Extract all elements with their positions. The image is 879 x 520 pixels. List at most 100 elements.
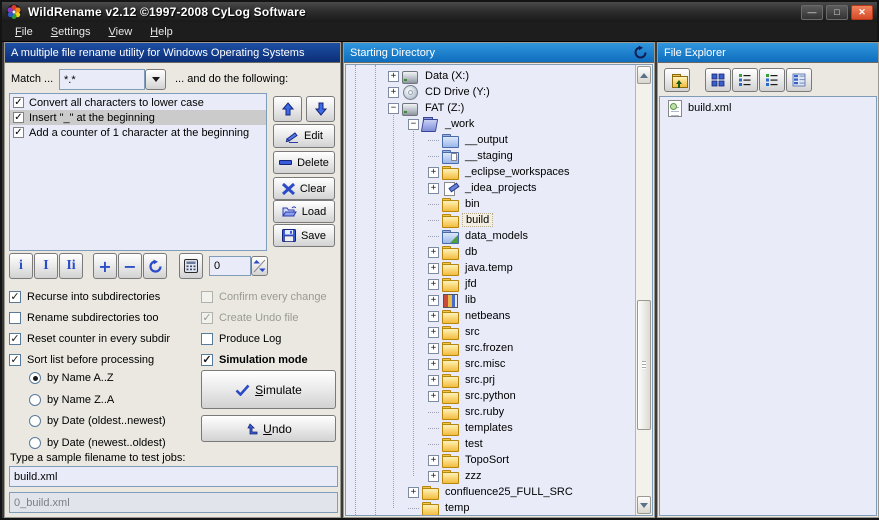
expand-icon[interactable]: +: [428, 359, 439, 370]
tree-item-data-x-[interactable]: +Data (X:): [346, 68, 634, 84]
expand-icon[interactable]: +: [428, 263, 439, 274]
radio-button[interactable]: [29, 415, 41, 427]
expand-icon[interactable]: +: [428, 183, 439, 194]
checkbox[interactable]: ✓: [201, 354, 213, 366]
checkbox[interactable]: [201, 333, 213, 345]
tree-item-src-frozen[interactable]: +src.frozen: [346, 340, 634, 356]
tree-item-java-temp[interactable]: +java.temp: [346, 260, 634, 276]
simulate-button[interactable]: Simulate: [201, 370, 336, 409]
job-row[interactable]: ✓Convert all characters to lower case: [10, 95, 266, 110]
explorer-file-list[interactable]: build.xml: [659, 96, 877, 516]
minimize-button[interactable]: —: [801, 5, 823, 20]
expand-icon[interactable]: +: [428, 295, 439, 306]
expand-icon[interactable]: +: [428, 343, 439, 354]
tree-item-confluence25-full-src[interactable]: +confluence25_FULL_SRC: [346, 484, 634, 500]
expand-icon[interactable]: +: [428, 311, 439, 322]
checkbox[interactable]: [9, 312, 21, 324]
tree-item-build[interactable]: build: [346, 212, 634, 228]
tree-item-netbeans[interactable]: +netbeans: [346, 308, 634, 324]
expand-icon[interactable]: +: [428, 375, 439, 386]
view-small-icons-button[interactable]: [732, 68, 758, 92]
tree-item-data-models[interactable]: data_models: [346, 228, 634, 244]
directory-tree[interactable]: +Data (X:)+CD Drive (Y:)−FAT (Z:)−_work_…: [345, 64, 653, 516]
job-checkbox[interactable]: ✓: [13, 127, 24, 138]
expand-icon[interactable]: +: [428, 279, 439, 290]
counter-start-field[interactable]: 0: [209, 256, 251, 276]
mixedcase-button[interactable]: Ii: [59, 253, 83, 279]
delete-button[interactable]: Delete: [273, 151, 335, 174]
collapse-icon[interactable]: −: [408, 119, 419, 130]
jobs-list[interactable]: ✓Convert all characters to lower case✓In…: [9, 93, 267, 251]
clear-button[interactable]: Clear: [273, 177, 335, 200]
sort-option-1[interactable]: by Name Z..A: [29, 393, 114, 407]
expand-icon[interactable]: +: [428, 247, 439, 258]
tree-scrollbar[interactable]: [635, 65, 652, 515]
lowercase-button[interactable]: i: [9, 253, 33, 279]
move-up-button[interactable]: [273, 96, 302, 122]
option-produce-log[interactable]: Produce Log: [201, 332, 281, 346]
sort-option-3[interactable]: by Date (newest..oldest): [29, 436, 166, 450]
job-checkbox[interactable]: ✓: [13, 112, 24, 123]
checkbox[interactable]: ✓: [9, 354, 21, 366]
edit-button[interactable]: Edit: [273, 124, 335, 148]
uppercase-button[interactable]: I: [34, 253, 58, 279]
menu-file[interactable]: File: [6, 24, 42, 40]
checkbox[interactable]: ✓: [9, 291, 21, 303]
tree-item-zzz[interactable]: +zzz: [346, 468, 634, 484]
menu-view[interactable]: View: [100, 24, 142, 40]
tree-item-bin[interactable]: bin: [346, 196, 634, 212]
add-job-button[interactable]: +: [93, 253, 117, 279]
expand-icon[interactable]: +: [388, 71, 399, 82]
option-reset-counter-in-every-subdir[interactable]: ✓Reset counter in every subdir: [9, 332, 170, 346]
menu-settings[interactable]: Settings: [42, 24, 100, 40]
tree-item-src-misc[interactable]: +src.misc: [346, 356, 634, 372]
close-button[interactable]: ✕: [851, 5, 873, 20]
option-rename-subdirectories-too[interactable]: Rename subdirectories too: [9, 311, 158, 325]
tree-item-test[interactable]: test: [346, 436, 634, 452]
option-simulation-mode[interactable]: ✓Simulation mode: [201, 353, 308, 367]
radio-button[interactable]: [29, 437, 41, 449]
remove-job-button[interactable]: −: [118, 253, 142, 279]
tree-item-jfd[interactable]: +jfd: [346, 276, 634, 292]
match-combo-dropdown-button[interactable]: [145, 69, 166, 90]
refresh-tree-icon[interactable]: [633, 45, 648, 60]
match-combo-value[interactable]: *.*: [59, 69, 145, 90]
expand-icon[interactable]: +: [388, 87, 399, 98]
job-row[interactable]: ✓Insert "_" at the beginning: [10, 110, 266, 125]
tree-item--output[interactable]: __output: [346, 132, 634, 148]
sort-option-2[interactable]: by Date (oldest..newest): [29, 414, 166, 428]
save-button[interactable]: Save: [273, 224, 335, 247]
tree-item-src-python[interactable]: +src.python: [346, 388, 634, 404]
view-list-button[interactable]: [759, 68, 785, 92]
checkbox[interactable]: ✓: [9, 333, 21, 345]
expand-icon[interactable]: +: [428, 471, 439, 482]
tree-item--staging[interactable]: __staging: [346, 148, 634, 164]
tree-item-fat-z-[interactable]: −FAT (Z:): [346, 100, 634, 116]
reset-jobs-button[interactable]: [143, 253, 167, 279]
tree-item--idea-projects[interactable]: +_idea_projects: [346, 180, 634, 196]
option-recurse-into-subdirectories[interactable]: ✓Recurse into subdirectories: [9, 290, 160, 304]
radio-button[interactable]: [29, 372, 41, 384]
tree-item-cd-drive-y-[interactable]: +CD Drive (Y:): [346, 84, 634, 100]
tree-item-src-ruby[interactable]: src.ruby: [346, 404, 634, 420]
tree-item--work[interactable]: −_work: [346, 116, 634, 132]
sample-filename-input[interactable]: build.xml: [9, 466, 338, 487]
load-button[interactable]: Load: [273, 200, 335, 223]
expand-icon[interactable]: +: [408, 487, 419, 498]
option-sort-list-before-processing[interactable]: ✓Sort list before processing: [9, 353, 154, 367]
expand-icon[interactable]: +: [428, 455, 439, 466]
sort-option-0[interactable]: by Name A..Z: [29, 371, 114, 385]
view-large-icons-button[interactable]: [705, 68, 731, 92]
scroll-up-button[interactable]: [637, 66, 651, 84]
scroll-down-button[interactable]: [637, 496, 651, 514]
tree-item-lib[interactable]: +lib: [346, 292, 634, 308]
job-row[interactable]: ✓Add a counter of 1 character at the beg…: [10, 125, 266, 140]
job-checkbox[interactable]: ✓: [13, 97, 24, 108]
counter-format-button[interactable]: [179, 253, 203, 279]
expand-icon[interactable]: +: [428, 167, 439, 178]
scrollbar-thumb[interactable]: [637, 300, 651, 430]
move-down-button[interactable]: [306, 96, 335, 122]
folder-up-button[interactable]: [664, 68, 690, 92]
tree-item-src-prj[interactable]: +src.prj: [346, 372, 634, 388]
collapse-icon[interactable]: −: [388, 103, 399, 114]
